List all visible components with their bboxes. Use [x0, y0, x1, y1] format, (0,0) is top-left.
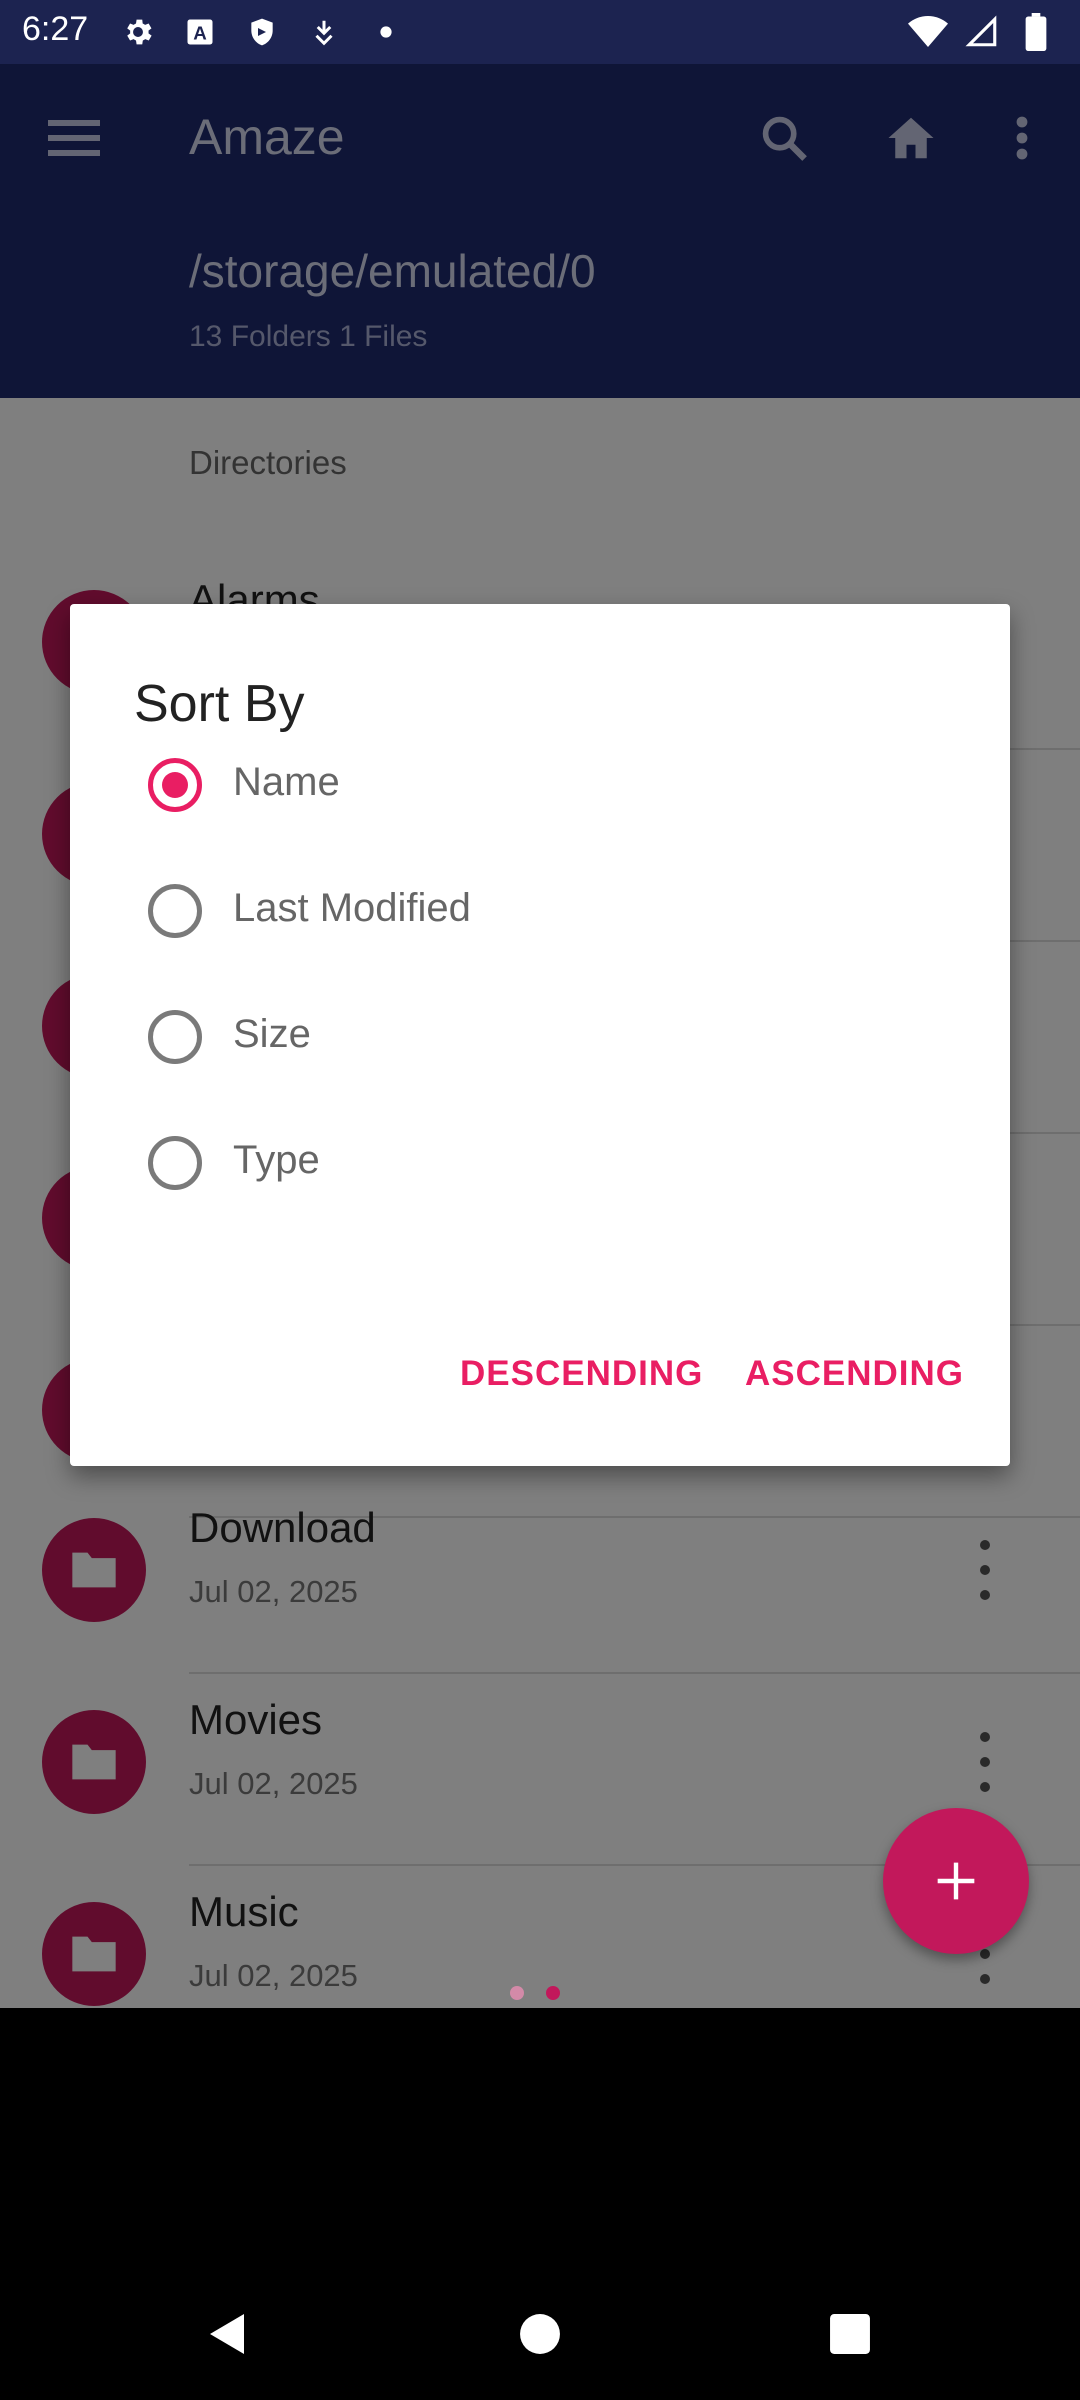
add-fab-button[interactable] — [883, 1808, 1029, 1954]
option-label: Size — [233, 1012, 311, 1056]
gear-icon — [118, 12, 158, 52]
dialog-title: Sort By — [134, 675, 305, 733]
signal-icon — [962, 12, 1002, 52]
system-nav-bar — [0, 2008, 1080, 2400]
recents-button[interactable] — [820, 2304, 880, 2364]
descending-button[interactable]: DESCENDING — [460, 1354, 703, 1394]
plus-icon — [937, 1862, 975, 1900]
svg-text:A: A — [193, 23, 207, 44]
page-indicator — [510, 1986, 560, 2000]
wifi-icon — [908, 12, 948, 52]
keyboard-a-icon: A — [180, 12, 220, 52]
battery-icon — [1016, 12, 1056, 52]
option-label: Last Modified — [233, 886, 471, 930]
sort-option-type[interactable]: Type — [70, 1108, 1010, 1218]
home-button[interactable] — [510, 2304, 570, 2364]
sort-option-name[interactable]: Name — [70, 730, 1010, 840]
status-time: 6:27 — [22, 10, 89, 48]
radio-button[interactable] — [148, 1136, 202, 1190]
radio-button[interactable] — [148, 884, 202, 938]
back-triangle-icon — [210, 2314, 244, 2354]
back-button[interactable] — [196, 2304, 256, 2364]
sort-option-size[interactable]: Size — [70, 982, 1010, 1092]
page-dot-active — [546, 1986, 560, 2000]
option-label: Type — [233, 1138, 320, 1182]
status-icons-left: A — [118, 10, 406, 54]
screen: 6:27 A Sort By Name Last Modified Size T… — [0, 0, 1080, 2008]
recents-square-icon — [830, 2314, 870, 2354]
home-circle-icon — [520, 2314, 560, 2354]
radio-button[interactable] — [148, 1010, 202, 1064]
shield-icon — [242, 12, 282, 52]
dot-icon — [366, 12, 406, 52]
sort-option-last-modified[interactable]: Last Modified — [70, 856, 1010, 966]
download-icon — [304, 12, 344, 52]
status-bar: 6:27 A — [0, 0, 1080, 64]
page-dot — [510, 1986, 524, 2000]
sort-by-dialog: Sort By Name Last Modified Size Type DES… — [70, 604, 1010, 1466]
status-icons-right — [908, 10, 1056, 54]
radio-button-checked[interactable] — [148, 758, 202, 812]
option-label: Name — [233, 760, 340, 804]
ascending-button[interactable]: ASCENDING — [745, 1354, 964, 1394]
